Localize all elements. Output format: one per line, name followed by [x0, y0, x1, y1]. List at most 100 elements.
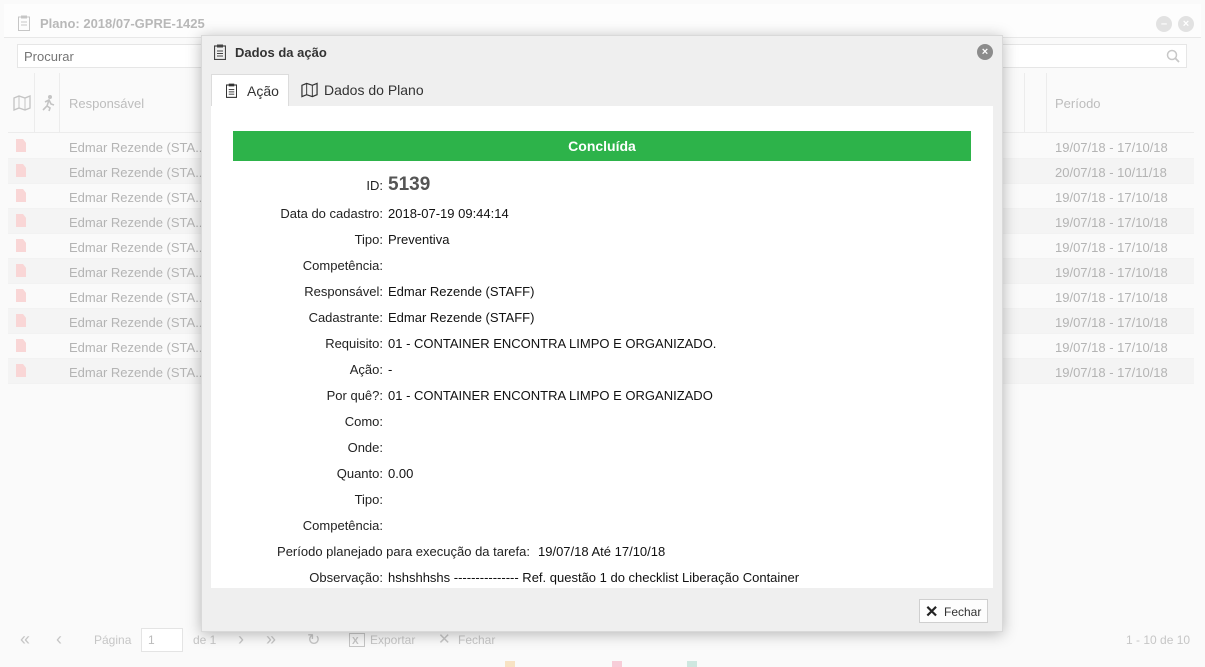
modal-footer: ✕ Fechar [202, 589, 1002, 631]
field-label: Competência: [302, 258, 383, 273]
cell-periodo: 19/07/18 - 17/10/18 [1055, 215, 1168, 230]
tab-dados-do-plano[interactable]: Dados do Plano [289, 74, 429, 106]
pdf-file-icon[interactable] [16, 189, 26, 202]
field-cadastrante: Cadastrante: Edmar Rezende (STAFF) [211, 310, 993, 330]
field-label: Período planejado para execução da taref… [277, 544, 530, 559]
field-value: hshshhshs --------------- Ref. questão 1… [388, 570, 800, 585]
modal-close-icon[interactable]: × [977, 44, 993, 60]
cell-responsavel: Edmar Rezende (STA... [69, 215, 207, 230]
field-competencia: Competência: [211, 258, 993, 278]
field-label: ID: [366, 178, 383, 193]
column-header-periodo[interactable]: Período [1055, 96, 1101, 111]
field-label: Data do cadastro: [280, 206, 383, 221]
cell-responsavel: Edmar Rezende (STA... [69, 365, 207, 380]
page-label: Página [94, 633, 132, 647]
search-icon[interactable] [1166, 49, 1180, 63]
pdf-file-icon[interactable] [16, 339, 26, 352]
svg-text:X: X [352, 636, 359, 647]
column-separator [59, 73, 60, 133]
field-label: Responsável: [304, 284, 383, 299]
field-label: Tipo: [354, 492, 383, 507]
field-como: Como: [211, 414, 993, 434]
field-value: 01 - CONTAINER ENCONTRA LIMPO E ORGANIZA… [388, 388, 713, 403]
field-tipo-2: Tipo: [211, 492, 993, 512]
map-icon [301, 82, 318, 98]
footer-close-button[interactable]: Fechar [458, 633, 495, 647]
field-onde: Onde: [211, 440, 993, 460]
background-window-header: Plano: 2018/07-GPRE-1425 – × [4, 4, 1201, 38]
tab-acao-label: Ação [247, 83, 279, 99]
minimize-icon[interactable]: – [1156, 16, 1172, 32]
close-x-icon: ✕ [925, 604, 939, 621]
running-person-icon[interactable] [40, 94, 56, 112]
column-header-responsavel[interactable]: Responsável [69, 96, 144, 111]
field-data-cadastro: Data do cadastro: 2018-07-19 09:44:14 [211, 206, 993, 226]
export-button[interactable]: Exportar [370, 633, 415, 647]
refresh-icon[interactable]: ↻ [307, 630, 320, 650]
cell-responsavel: Edmar Rezende (STA... [69, 140, 207, 155]
first-page-icon[interactable]: « [20, 629, 30, 650]
field-tipo: Tipo: Preventiva [211, 232, 993, 252]
cell-responsavel: Edmar Rezende (STA... [69, 315, 207, 330]
field-value: 19/07/18 Até 17/10/18 [538, 544, 666, 559]
field-observacao: Observação: hshshhshs --------------- Re… [211, 570, 993, 588]
cell-periodo: 19/07/18 - 17/10/18 [1055, 315, 1168, 330]
excel-icon[interactable]: X [349, 633, 365, 647]
records-range-label: 1 - 10 de 10 [1126, 633, 1191, 647]
field-id: ID: 5139 [211, 174, 993, 198]
cell-responsavel: Edmar Rezende (STA... [69, 240, 207, 255]
field-label: Observação: [309, 570, 383, 585]
field-label: Por quê?: [326, 388, 383, 403]
field-label: Como: [344, 414, 383, 429]
field-label: Competência: [302, 518, 383, 533]
column-separator [1046, 73, 1047, 133]
legend-swatch [612, 661, 622, 667]
field-value: Preventiva [388, 232, 450, 247]
clipboard-icon [18, 15, 30, 31]
pdf-file-icon[interactable] [16, 164, 26, 177]
cell-periodo: 19/07/18 - 17/10/18 [1055, 240, 1168, 255]
modal-title: Dados da ação [235, 45, 327, 60]
pdf-file-icon[interactable] [16, 289, 26, 302]
field-label: Ação: [349, 362, 383, 377]
cell-responsavel: Edmar Rezende (STA... [69, 340, 207, 355]
pdf-file-icon[interactable] [16, 264, 26, 277]
cell-periodo: 20/07/18 - 10/11/18 [1055, 165, 1167, 180]
clipboard-icon [226, 83, 237, 98]
next-page-icon[interactable]: › [238, 629, 244, 650]
pdf-file-icon[interactable] [16, 139, 26, 152]
field-periodo-planejado: Período planejado para execução da taref… [211, 544, 993, 564]
cell-periodo: 19/07/18 - 17/10/18 [1055, 340, 1168, 355]
action-details-modal: Dados da ação × Ação Dados do Plano Conc… [201, 35, 1003, 632]
cell-responsavel: Edmar Rezende (STA... [69, 290, 207, 305]
page-count-label: de 1 [193, 633, 217, 647]
legend-swatch [505, 661, 515, 667]
cell-periodo: 19/07/18 - 17/10/18 [1055, 190, 1168, 205]
cell-responsavel: Edmar Rezende (STA... [69, 190, 207, 205]
previous-page-icon[interactable]: ‹ [56, 629, 62, 650]
field-label: Onde: [347, 440, 383, 455]
field-label: Tipo: [354, 232, 383, 247]
legend-swatch [687, 661, 697, 667]
cell-responsavel: Edmar Rezende (STA... [69, 165, 207, 180]
pdf-file-icon[interactable] [16, 214, 26, 227]
pdf-file-icon[interactable] [16, 364, 26, 377]
clipboard-icon [214, 44, 226, 60]
last-page-icon[interactable]: » [266, 629, 276, 650]
close-button-label: Fechar [944, 605, 982, 619]
modal-body: Concluída ID: 5139 Data do cadastro: 201… [211, 106, 993, 588]
cell-periodo: 19/07/18 - 17/10/18 [1055, 140, 1168, 155]
page-number-input[interactable] [141, 628, 183, 652]
cell-periodo: 19/07/18 - 17/10/18 [1055, 365, 1168, 380]
map-icon[interactable] [13, 95, 31, 111]
field-value: 5139 [388, 174, 431, 195]
tab-acao[interactable]: Ação [211, 74, 289, 106]
pdf-file-icon[interactable] [16, 239, 26, 252]
column-separator [1024, 73, 1025, 133]
background-window-title: Plano: 2018/07-GPRE-1425 [40, 16, 205, 31]
close-button[interactable]: ✕ Fechar [919, 599, 988, 623]
close-x-icon[interactable]: ✕ [438, 630, 451, 648]
close-icon[interactable]: × [1178, 16, 1194, 32]
cell-responsavel: Edmar Rezende (STA... [69, 265, 207, 280]
pdf-file-icon[interactable] [16, 314, 26, 327]
